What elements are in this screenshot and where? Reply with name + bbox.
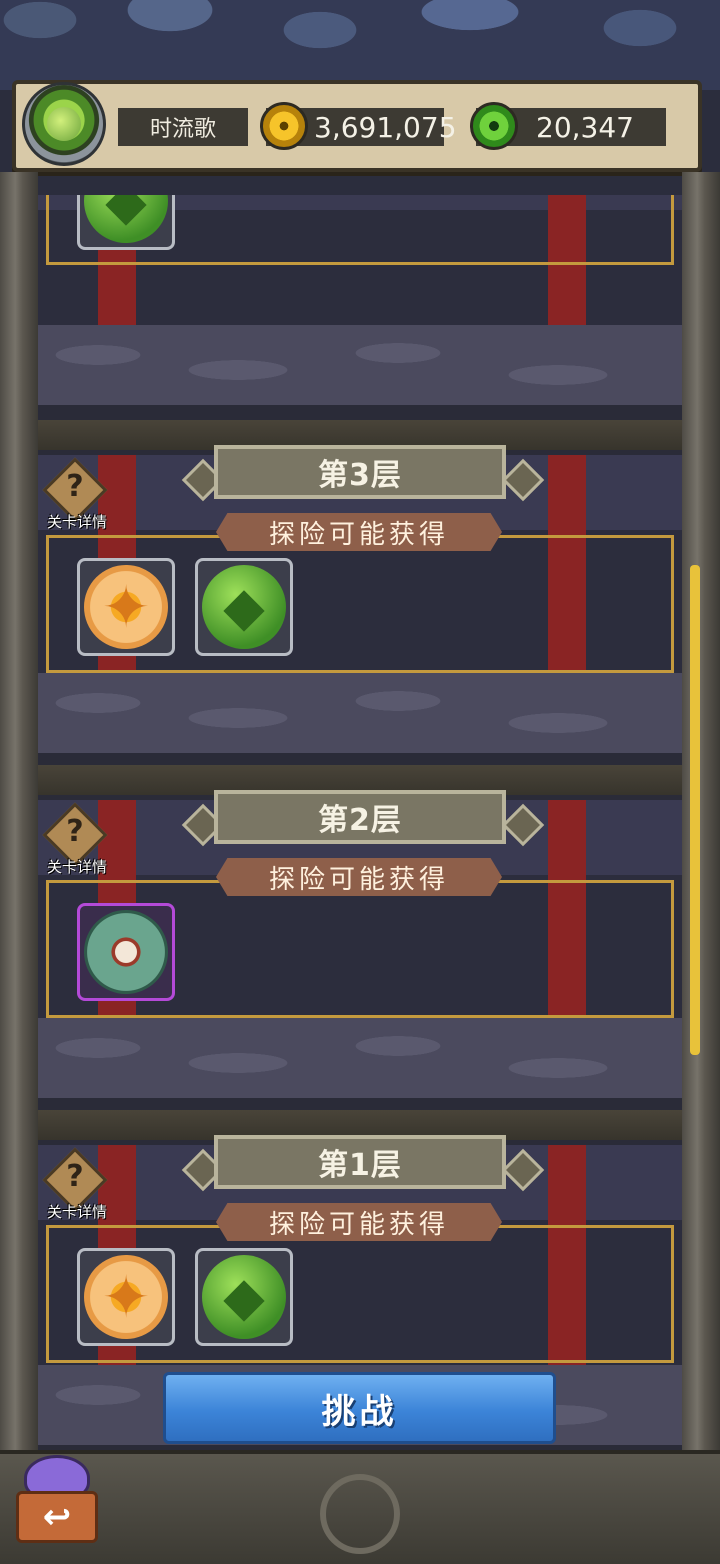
- reward-box: [46, 880, 674, 1018]
- floor-level-3: 第3层 ? 关卡详情 探险可能获得: [38, 445, 682, 685]
- floor-ground: [38, 1018, 682, 1098]
- level-detail-button[interactable]: ? 关卡详情: [40, 1147, 110, 1221]
- question-icon: ?: [66, 469, 84, 504]
- floor-ground: [38, 673, 682, 753]
- clover-orb-icon: [84, 195, 168, 243]
- reward-label: 探险可能获得: [216, 1203, 502, 1241]
- floor-partial: [38, 195, 682, 325]
- clover-orb-icon: [202, 565, 286, 649]
- level-title: 第1层: [214, 1135, 506, 1189]
- player-name: 时流歌: [118, 108, 248, 146]
- left-pillar: [0, 172, 38, 1472]
- reward-item[interactable]: [77, 195, 175, 250]
- challenge-button[interactable]: 挑战: [163, 1372, 556, 1444]
- reward-box: [46, 1225, 674, 1363]
- floor-level-2: 第2层 ? 关卡详情 探险可能获得: [38, 790, 682, 1030]
- background-foliage: [0, 0, 720, 90]
- floor-ground: [38, 325, 682, 405]
- level-title: 第2层: [214, 790, 506, 844]
- player-info-bar: 时流歌 3,691,075 20,347: [12, 80, 702, 172]
- clover-orb-icon: [202, 1255, 286, 1339]
- reward-item[interactable]: [77, 903, 175, 1001]
- reward-label: 探险可能获得: [216, 858, 502, 896]
- reward-box: [46, 535, 674, 673]
- avatar-emblem-icon: [47, 107, 81, 141]
- jade-counter: 20,347: [470, 102, 666, 150]
- reward-item[interactable]: [77, 1248, 175, 1346]
- reward-item[interactable]: [77, 558, 175, 656]
- floor-ornament: [320, 1474, 400, 1554]
- compass-orb-icon: [84, 565, 168, 649]
- back-arrow-icon: ↩: [16, 1491, 98, 1543]
- level-detail-button[interactable]: ? 关卡详情: [40, 802, 110, 876]
- gold-counter: 3,691,075: [260, 102, 457, 150]
- title-ornament: [501, 803, 545, 847]
- reward-box: [46, 195, 674, 265]
- gold-amount: 3,691,075: [314, 110, 457, 144]
- floor-level-1: 第1层 ? 关卡详情 探险可能获得: [38, 1135, 682, 1375]
- question-icon: ?: [66, 814, 84, 849]
- title-ornament: [501, 1148, 545, 1192]
- jade-amount: 20,347: [536, 110, 634, 144]
- level-title: 第3层: [214, 445, 506, 499]
- reward-item[interactable]: [195, 1248, 293, 1346]
- question-icon: ?: [66, 1159, 84, 1194]
- scrollbar[interactable]: [690, 565, 700, 1055]
- back-button[interactable]: ↩: [16, 1455, 98, 1547]
- reward-item[interactable]: [195, 558, 293, 656]
- detail-label: 关卡详情: [46, 513, 107, 531]
- title-ornament: [501, 458, 545, 502]
- level-detail-button[interactable]: ? 关卡详情: [40, 457, 110, 531]
- gold-coin-icon: [260, 102, 308, 150]
- right-pillar: [682, 172, 720, 1472]
- reward-label: 探险可能获得: [216, 513, 502, 551]
- player-avatar[interactable]: [22, 82, 106, 166]
- jade-talisman-icon: [84, 910, 168, 994]
- floor-list[interactable]: 第3层 ? 关卡详情 探险可能获得 第2层 ? 关卡详情 探险可能获得: [38, 195, 682, 1465]
- jade-coin-icon: [470, 102, 518, 150]
- detail-label: 关卡详情: [46, 1203, 107, 1221]
- detail-label: 关卡详情: [46, 858, 107, 876]
- compass-orb-icon: [84, 1255, 168, 1339]
- stone-floor-base: [0, 1450, 720, 1564]
